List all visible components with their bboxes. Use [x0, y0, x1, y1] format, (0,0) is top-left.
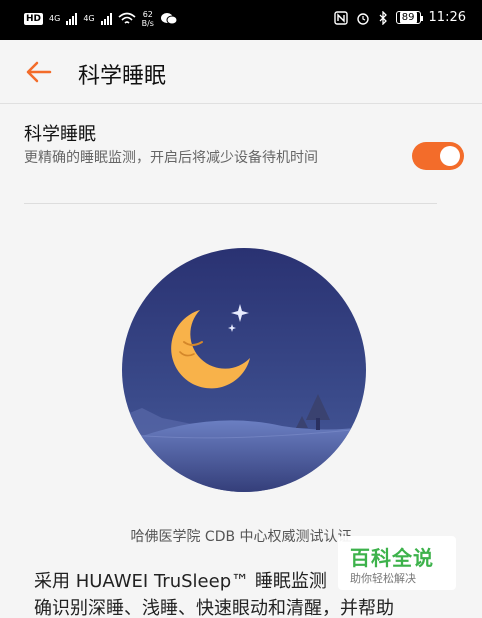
network-speed: 62 B/s	[142, 10, 154, 28]
speed-value: 62	[142, 10, 153, 19]
watermark-title: 百科全说	[350, 546, 434, 570]
back-arrow-icon[interactable]	[22, 56, 54, 88]
hd-badge: HD	[24, 13, 44, 25]
sleep-toggle[interactable]	[412, 142, 464, 170]
speed-unit: B/s	[141, 19, 154, 28]
description-line-2: 确识别深睡、浅睡、快速眼动和清醒，并帮助	[34, 598, 394, 618]
setting-title: 科学睡眠	[24, 124, 96, 145]
signal-icon	[66, 13, 78, 25]
sleep-setting-row[interactable]: 科学睡眠 更精确的睡眠监测，开启后将减少设备待机时间	[0, 104, 482, 204]
status-right: 89 11:26	[334, 10, 466, 25]
divider	[24, 203, 437, 204]
bluetooth-icon	[379, 10, 387, 25]
chat-icon	[160, 13, 178, 25]
clock: 11:26	[428, 10, 466, 25]
status-bar: HD 4G 4G 62 B/s 89 11:26	[0, 0, 482, 40]
setting-description: 更精确的睡眠监测，开启后将减少设备待机时间	[24, 150, 318, 166]
wifi-icon	[118, 12, 136, 24]
watermark-logo: 百科全说 助你轻松解决	[338, 536, 456, 590]
status-left: HD 4G 4G 62 B/s	[24, 10, 178, 28]
network-type-2: 4G	[83, 14, 95, 23]
toggle-knob	[440, 146, 460, 166]
sleep-illustration	[122, 248, 366, 492]
alarm-icon	[357, 12, 369, 25]
battery-level: 89	[399, 12, 417, 23]
watermark-subtitle: 助你轻松解决	[350, 572, 416, 585]
page-title: 科学睡眠	[78, 64, 167, 89]
network-type-1: 4G	[49, 14, 61, 23]
nfc-icon	[334, 10, 348, 25]
battery-icon: 89	[395, 11, 423, 24]
app-bar: 科学睡眠	[0, 40, 482, 104]
signal-icon-2	[100, 13, 112, 25]
